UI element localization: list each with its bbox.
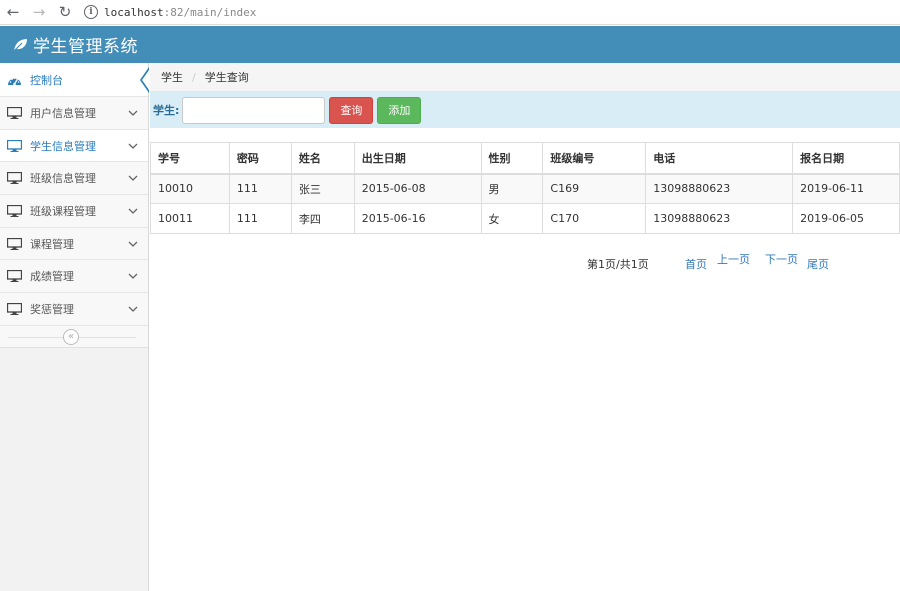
tachometer-icon bbox=[6, 73, 22, 87]
chevron-down-icon[interactable] bbox=[128, 304, 138, 314]
table-cell: 13098880623 bbox=[645, 173, 794, 204]
chevron-down-icon[interactable] bbox=[128, 206, 138, 216]
sidebar-item-student-info[interactable]: 学生信息管理 bbox=[0, 129, 148, 163]
sidebar-collapse-row: « bbox=[0, 325, 148, 348]
table-cell: 2015-06-16 bbox=[353, 203, 482, 234]
last-page-link[interactable]: 尾页 bbox=[807, 256, 829, 272]
column-header: 电话 bbox=[645, 142, 794, 175]
table-cell: 张三 bbox=[290, 173, 355, 204]
collapse-sidebar-icon[interactable]: « bbox=[63, 328, 79, 345]
chevron-down-icon[interactable] bbox=[128, 141, 138, 151]
query-button[interactable]: 查询 bbox=[329, 96, 374, 124]
sidebar-item-label: 班级课程管理 bbox=[30, 204, 96, 218]
browser-toolbar: ← → ↻ i localhost:82/main/index bbox=[0, 0, 900, 25]
search-bar: 学生: 查询 添加 bbox=[150, 92, 900, 128]
page-info: 第1页/共1页 bbox=[587, 258, 649, 271]
first-page-link[interactable]: 首页 bbox=[685, 256, 707, 272]
sidebar-item-rewards[interactable]: 奖惩管理 bbox=[0, 293, 148, 326]
leaf-icon bbox=[13, 38, 27, 51]
chevron-down-icon[interactable] bbox=[128, 239, 138, 249]
desktop-icon bbox=[6, 106, 22, 120]
sidebar-item-user-info[interactable]: 用户信息管理 bbox=[0, 97, 148, 130]
table-header-row: 学号 密码 姓名 出生日期 性别 班级编号 电话 报名日期 bbox=[150, 142, 900, 175]
table-cell: C170 bbox=[542, 203, 647, 234]
sidebar-item-class-info[interactable]: 班级信息管理 bbox=[0, 162, 148, 196]
desktop-icon bbox=[6, 139, 22, 153]
sidebar: 控制台 用户信息管理 学生信息管理 班级信息管理 班级课程管理 课程管理 成绩管… bbox=[0, 63, 149, 591]
breadcrumb-separator: / bbox=[192, 70, 196, 84]
table-row[interactable]: 10011 111 李四 2015-06-16 女 C170 130988806… bbox=[150, 203, 900, 234]
breadcrumb-item[interactable]: 学生 bbox=[161, 69, 183, 85]
sidebar-item-label: 成绩管理 bbox=[30, 270, 74, 284]
sidebar-item-label: 课程管理 bbox=[30, 237, 74, 251]
table-cell: 女 bbox=[480, 203, 544, 234]
sidebar-item-label: 用户信息管理 bbox=[30, 106, 96, 120]
next-page-link[interactable]: 下一页 bbox=[765, 251, 798, 267]
sidebar-item-grades[interactable]: 成绩管理 bbox=[0, 260, 148, 294]
search-label: 学生: bbox=[153, 104, 180, 117]
chevron-down-icon[interactable] bbox=[128, 173, 138, 183]
table-row[interactable]: 10010 111 张三 2015-06-08 男 C169 130988806… bbox=[150, 173, 900, 204]
pagination: 第1页/共1页 首页 上一页 下一页 尾页 bbox=[150, 253, 900, 273]
table-cell: 10010 bbox=[150, 173, 230, 204]
desktop-icon bbox=[6, 204, 22, 218]
table-cell: 李四 bbox=[290, 203, 355, 234]
sidebar-item-label: 班级信息管理 bbox=[30, 172, 96, 186]
student-search-input[interactable] bbox=[182, 96, 326, 124]
url-path: :82/main/index bbox=[163, 5, 257, 19]
url-host: localhost bbox=[104, 5, 164, 19]
table-cell: 2019-06-05 bbox=[792, 203, 900, 234]
forward-arrow-icon[interactable]: → bbox=[26, 0, 52, 25]
column-header: 出生日期 bbox=[353, 142, 482, 175]
sidebar-item-label: 学生信息管理 bbox=[30, 139, 96, 153]
app-title: 学生管理系统 bbox=[33, 37, 138, 57]
column-header: 学号 bbox=[150, 142, 230, 175]
table-cell: 男 bbox=[480, 173, 544, 204]
table-cell: 111 bbox=[228, 173, 292, 204]
chevron-down-icon[interactable] bbox=[128, 108, 138, 118]
table-cell: 2019-06-11 bbox=[792, 173, 900, 204]
breadcrumb: 学生 / 学生查询 bbox=[150, 63, 900, 92]
sidebar-item-course[interactable]: 课程管理 bbox=[0, 227, 148, 261]
sidebar-item-dashboard[interactable]: 控制台 bbox=[0, 63, 149, 97]
table-cell: 10011 bbox=[150, 203, 230, 234]
column-header: 报名日期 bbox=[792, 142, 900, 175]
column-header: 密码 bbox=[228, 142, 292, 175]
column-header: 姓名 bbox=[290, 142, 355, 175]
main-content: 学生 / 学生查询 学生: 查询 添加 学号 密码 姓名 出生日期 性别 班级编… bbox=[150, 63, 900, 591]
sidebar-item-class-course[interactable]: 班级课程管理 bbox=[0, 195, 148, 228]
column-header: 性别 bbox=[480, 142, 544, 175]
breadcrumb-item-current: 学生查询 bbox=[204, 71, 249, 84]
student-table: 学号 密码 姓名 出生日期 性别 班级编号 电话 报名日期 10010 111 … bbox=[150, 142, 900, 234]
sidebar-item-label: 奖惩管理 bbox=[30, 302, 74, 316]
desktop-icon bbox=[6, 302, 22, 316]
column-header: 班级编号 bbox=[542, 142, 647, 175]
app-header: 学生管理系统 bbox=[0, 26, 900, 63]
address-bar[interactable]: localhost:82/main/index bbox=[104, 6, 256, 19]
reload-icon[interactable]: ↻ bbox=[52, 0, 78, 25]
table-cell: C169 bbox=[542, 173, 647, 204]
desktop-icon bbox=[6, 171, 22, 185]
add-button[interactable]: 添加 bbox=[377, 96, 422, 124]
info-icon[interactable]: i bbox=[84, 5, 98, 19]
table-cell: 111 bbox=[228, 203, 292, 234]
table-cell: 2015-06-08 bbox=[353, 173, 482, 204]
chevron-down-icon[interactable] bbox=[128, 271, 138, 281]
back-arrow-icon[interactable]: ← bbox=[0, 0, 26, 25]
table-cell: 13098880623 bbox=[645, 203, 794, 234]
desktop-icon bbox=[6, 237, 22, 251]
sidebar-item-label: 控制台 bbox=[30, 73, 63, 87]
desktop-icon bbox=[6, 269, 22, 283]
prev-page-link[interactable]: 上一页 bbox=[717, 251, 750, 267]
